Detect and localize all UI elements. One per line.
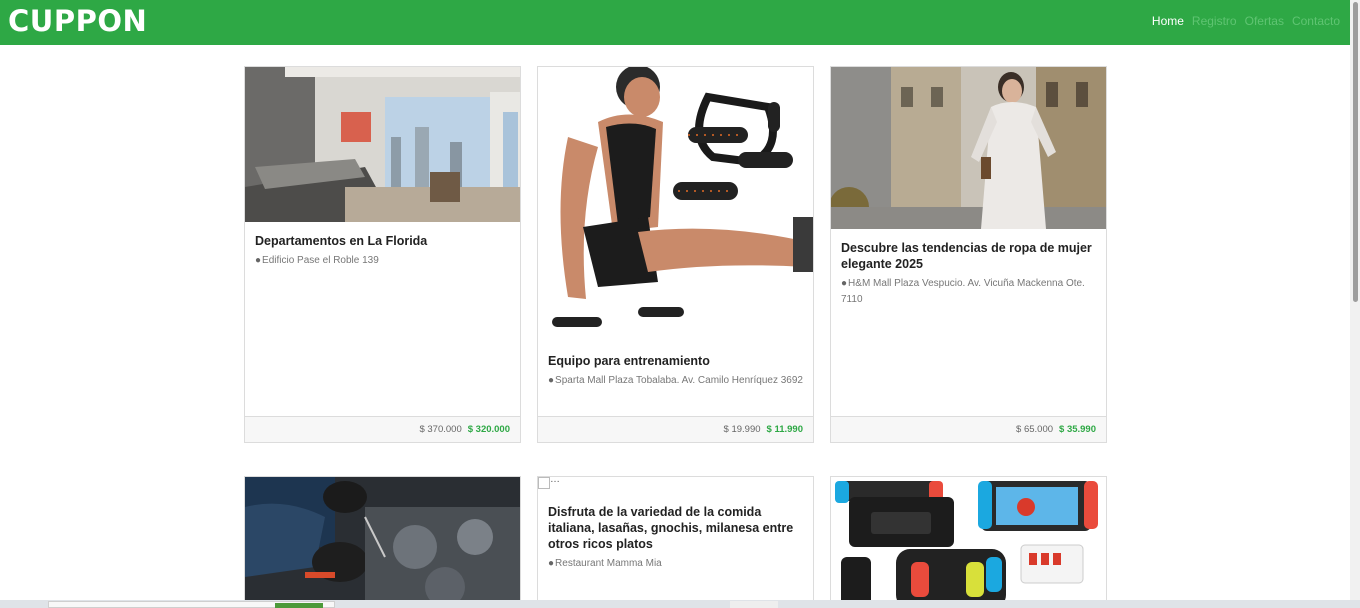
training-equipment-photo[interactable] [538, 67, 813, 342]
apartment-photo[interactable] [245, 67, 520, 222]
nav-home-link[interactable]: Home [1152, 14, 1184, 28]
nav-menu: Home Registro Ofertas Contacto [1152, 14, 1340, 28]
card-address: ●Restaurant Mamma Mia [548, 556, 803, 572]
card-price-footer: $ 65.000 $ 35.990 [831, 416, 1106, 442]
new-price: $ 320.000 [467, 424, 510, 435]
address-text: Edificio Pase el Roble 139 [262, 255, 379, 266]
console-accessories-photo[interactable] [831, 477, 1106, 608]
map-marker-icon: ● [255, 255, 262, 266]
map-marker-icon: ● [548, 558, 555, 569]
top-navbar: CUPPON Home Registro Ofertas Contacto [0, 0, 1350, 45]
offer-card-mechanic[interactable] [244, 476, 521, 608]
card-price-footer: $ 370.000 $ 320.000 [245, 416, 520, 442]
nav-ofertas-link[interactable]: Ofertas [1245, 14, 1284, 28]
nav-registro-link[interactable]: Registro [1192, 14, 1237, 28]
address-text: Sparta Mall Plaza Tobalaba. Av. Camilo H… [555, 375, 803, 386]
card-address: ●Edificio Pase el Roble 139 [255, 253, 510, 269]
page-scrollbar[interactable] [1350, 0, 1360, 600]
taskbar-window-tab-2[interactable] [730, 601, 778, 608]
card-title[interactable]: Descubre las tendencias de ropa de mujer… [841, 240, 1096, 272]
offer-card-console-accessories[interactable] [830, 476, 1107, 608]
card-title[interactable]: Disfruta de la variedad de la comida ita… [548, 504, 803, 552]
card-title[interactable]: Equipo para entrenamiento [548, 353, 803, 369]
taskbar-thumbnail[interactable] [275, 603, 323, 608]
address-text: Restaurant Mamma Mia [555, 558, 662, 569]
nav-contacto-link[interactable]: Contacto [1292, 14, 1340, 28]
map-marker-icon: ● [548, 375, 555, 386]
scrollbar-thumb[interactable] [1353, 2, 1358, 302]
card-address: ●H&M Mall Plaza Vespucio. Av. Vicuña Mac… [841, 276, 1096, 308]
brand-logo[interactable]: CUPPON [8, 4, 147, 38]
old-price: $ 370.000 [419, 424, 462, 435]
offer-card-fashion[interactable]: Descubre las tendencias de ropa de mujer… [830, 66, 1107, 443]
card-price-footer: $ 19.990 $ 11.990 [538, 416, 813, 442]
old-price: $ 65.000 [1016, 424, 1054, 435]
address-text: H&M Mall Plaza Vespucio. Av. Vicuña Mack… [841, 278, 1085, 305]
offer-card-apartment[interactable]: Departamentos en La Florida ●Edificio Pa… [244, 66, 521, 443]
map-marker-icon: ● [841, 278, 848, 289]
new-price: $ 11.990 [766, 424, 803, 435]
card-address: ●Sparta Mall Plaza Tobalaba. Av. Camilo … [548, 373, 803, 389]
mechanic-photo[interactable] [245, 477, 520, 608]
broken-image-icon [538, 477, 560, 489]
new-price: $ 35.990 [1059, 424, 1096, 435]
old-price: $ 19.990 [723, 424, 761, 435]
fashion-photo[interactable] [831, 67, 1106, 229]
card-title[interactable]: Departamentos en La Florida [255, 233, 510, 249]
offer-card-training[interactable]: Equipo para entrenamiento ●Sparta Mall P… [537, 66, 814, 443]
offer-card-italian-food[interactable]: Disfruta de la variedad de la comida ita… [537, 476, 814, 608]
